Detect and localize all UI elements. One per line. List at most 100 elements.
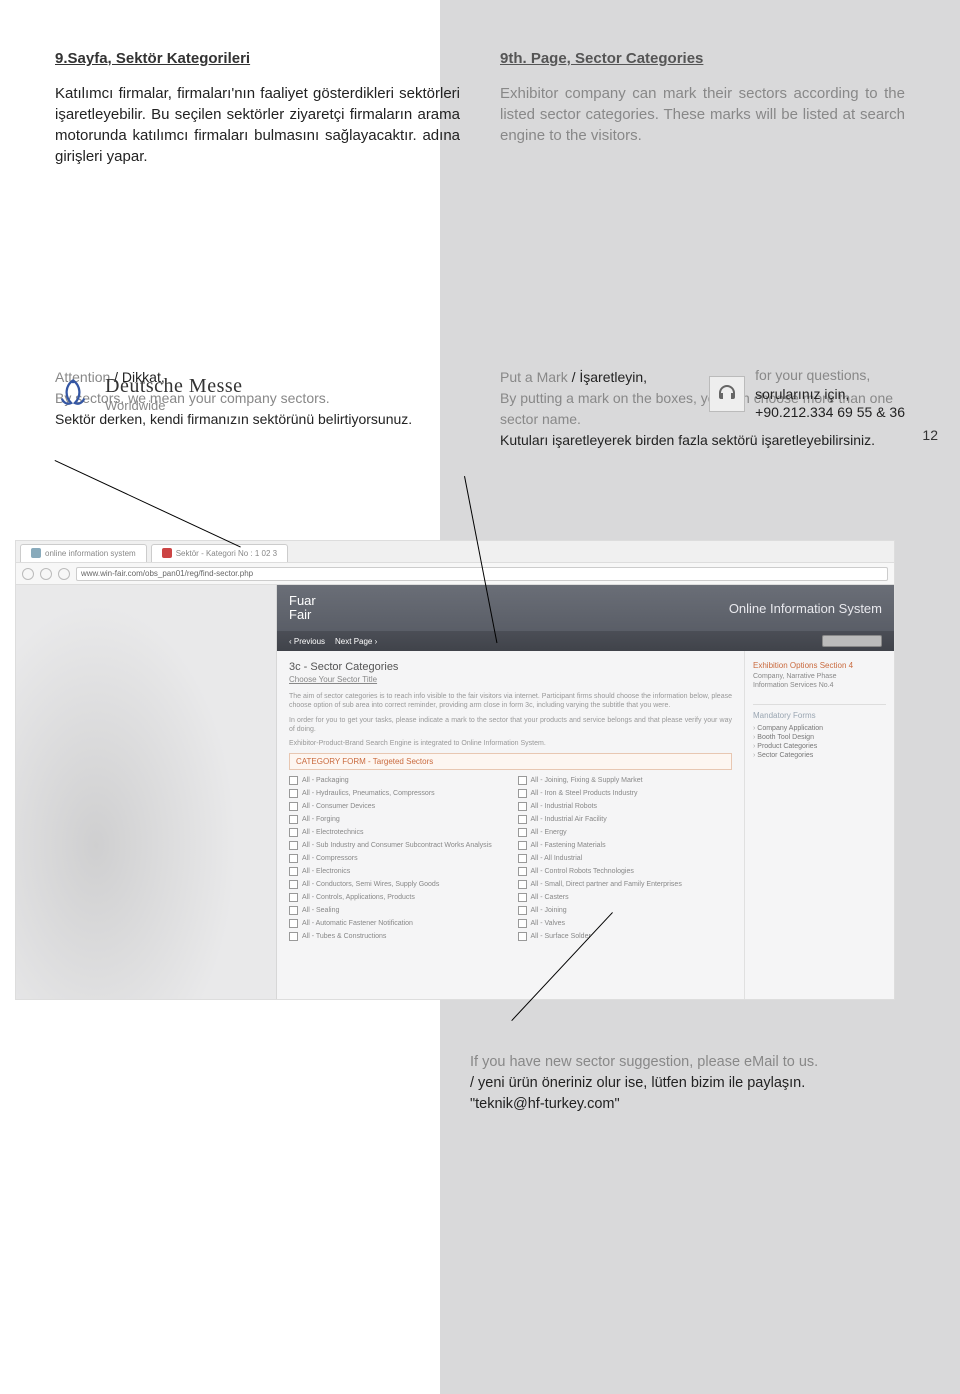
sector-checkbox-label: All - Electrotechnics	[302, 829, 363, 836]
checkbox-icon[interactable]	[289, 789, 298, 798]
sector-checkbox-item[interactable]: All - Packaging	[289, 776, 504, 785]
checkbox-icon[interactable]	[518, 828, 527, 837]
mark-desc-tr: Kutuları işaretleyerek birden fazla sekt…	[500, 430, 905, 451]
sidebar-list-item[interactable]: Sector Categories	[753, 751, 886, 760]
language-flag-button[interactable]	[822, 635, 882, 647]
checkbox-icon[interactable]	[289, 802, 298, 811]
browser-tab-1[interactable]: online information system	[20, 544, 147, 562]
sector-checkbox-item[interactable]: All - Surface Solder	[518, 932, 733, 941]
nav-next[interactable]: Next Page ›	[335, 637, 377, 646]
checkbox-icon[interactable]	[289, 867, 298, 876]
checkbox-icon[interactable]	[289, 880, 298, 889]
contact-line-1: for your questions,	[755, 366, 905, 384]
footer-brand-sub: Worldwide	[105, 398, 243, 413]
sector-checkbox-item[interactable]: All - Controls, Applications, Products	[289, 893, 504, 902]
sector-checkbox-item[interactable]: All - Forging	[289, 815, 504, 824]
form-title: 3c - Sector Categories	[289, 661, 732, 673]
sector-checkbox-item[interactable]: All - Fastening Materials	[518, 841, 733, 850]
brand-line-1: Fuar	[289, 594, 316, 608]
sector-checkbox-label: All - Valves	[531, 920, 566, 927]
checkbox-icon[interactable]	[518, 893, 527, 902]
nav-previous[interactable]: ‹ Previous	[289, 637, 325, 646]
checkbox-icon[interactable]	[518, 802, 527, 811]
checkbox-icon[interactable]	[518, 906, 527, 915]
checkbox-icon[interactable]	[289, 776, 298, 785]
sector-checkbox-item[interactable]: All - Compressors	[289, 854, 504, 863]
sector-checkbox-item[interactable]: All - Energy	[518, 828, 733, 837]
tab-1-label: online information system	[45, 549, 136, 558]
checkbox-icon[interactable]	[518, 789, 527, 798]
sidebar-list-item[interactable]: Company Application	[753, 724, 886, 733]
sector-checkbox-label: All - Industrial Robots	[531, 803, 598, 810]
suggestion-line-2: / yeni ürün öneriniz olur ise, lütfen bi…	[470, 1073, 910, 1094]
sector-checkbox-label: All - Casters	[531, 894, 569, 901]
page-left-gutter	[16, 585, 276, 999]
checkbox-icon[interactable]	[518, 880, 527, 889]
sector-checkbox-item[interactable]: All - Conductors, Semi Wires, Supply Goo…	[289, 880, 504, 889]
sector-checkbox-label: All - Consumer Devices	[302, 803, 375, 810]
sector-checkbox-label: All - Energy	[531, 829, 567, 836]
app-header: Fuar Fair Online Information System	[277, 585, 894, 631]
heading-left: 9.Sayfa, Sektör Kategorileri	[55, 48, 460, 69]
sector-checkbox-item[interactable]: All - Casters	[518, 893, 733, 902]
sidebar-line-2: Information Services No.4	[753, 681, 886, 690]
sector-checkbox-item[interactable]: All - Consumer Devices	[289, 802, 504, 811]
sector-checkbox-item[interactable]: All - Valves	[518, 919, 733, 928]
sector-checkbox-item[interactable]: All - Joining	[518, 906, 733, 915]
sector-checkbox-item[interactable]: All - Joining, Fixing & Supply Market	[518, 776, 733, 785]
sector-checkbox-item[interactable]: All - Tubes & Constructions	[289, 932, 504, 941]
heading-right: 9th. Page, Sector Categories	[500, 48, 905, 69]
checkbox-icon[interactable]	[289, 815, 298, 824]
checkbox-icon[interactable]	[518, 776, 527, 785]
forward-icon[interactable]	[40, 568, 52, 580]
checkbox-icon[interactable]	[289, 906, 298, 915]
checkbox-icon[interactable]	[518, 919, 527, 928]
sector-checkbox-item[interactable]: All - All Industrial	[518, 854, 733, 863]
sector-checkbox-item[interactable]: All - Automatic Fastener Notification	[289, 919, 504, 928]
paragraph-left: Katılımcı firmalar, firmaları'nın faaliy…	[55, 83, 460, 167]
sector-checkbox-item[interactable]: All - Control Robots Technologies	[518, 867, 733, 876]
suggestion-line-1: If you have new sector suggestion, pleas…	[470, 1052, 910, 1073]
sector-checkbox-item[interactable]: All - Sealing	[289, 906, 504, 915]
sector-checkbox-label: All - Iron & Steel Products Industry	[531, 790, 638, 797]
system-title: Online Information System	[729, 601, 882, 616]
checkbox-icon[interactable]	[518, 841, 527, 850]
checkbox-icon[interactable]	[289, 841, 298, 850]
browser-tab-bar: online information system Sektör - Kateg…	[16, 541, 894, 563]
paragraph-right: Exhibitor company can mark their sectors…	[500, 83, 905, 146]
checkbox-icon[interactable]	[518, 867, 527, 876]
checkbox-icon[interactable]	[518, 815, 527, 824]
sector-checkbox-label: All - Conductors, Semi Wires, Supply Goo…	[302, 881, 439, 888]
sector-checkbox-item[interactable]: All - Electrotechnics	[289, 828, 504, 837]
sector-checkbox-item[interactable]: All - Electronics	[289, 867, 504, 876]
sector-checkbox-item[interactable]: All - Iron & Steel Products Industry	[518, 789, 733, 798]
sector-checkbox-label: All - Joining, Fixing & Supply Market	[531, 777, 643, 784]
checkbox-icon[interactable]	[518, 932, 527, 941]
form-desc-1: The aim of sector categories is to reach…	[289, 692, 732, 710]
sidebar-list-item[interactable]: Product Categories	[753, 742, 886, 751]
page-footer: Deutsche Messe Worldwide for your questi…	[0, 366, 960, 421]
favicon-icon	[31, 548, 41, 558]
checkbox-icon[interactable]	[289, 854, 298, 863]
form-desc-2: In order for you to get your tasks, plea…	[289, 716, 732, 734]
sector-checkbox-label: All - Sub Industry and Consumer Subcontr…	[302, 842, 492, 849]
sector-checkbox-item[interactable]: All - Small, Direct partner and Family E…	[518, 880, 733, 889]
browser-tab-2[interactable]: Sektör - Kategori No : 1 02 3	[151, 544, 288, 562]
back-icon[interactable]	[22, 568, 34, 580]
checkbox-icon[interactable]	[289, 919, 298, 928]
browser-toolbar: www.win-fair.com/obs_pan01/reg/find-sect…	[16, 563, 894, 585]
sector-checkbox-item[interactable]: All - Hydraulics, Pneumatics, Compressor…	[289, 789, 504, 798]
sector-checkbox-label: All - Controls, Applications, Products	[302, 894, 415, 901]
checkbox-icon[interactable]	[289, 932, 298, 941]
checkbox-icon[interactable]	[289, 828, 298, 837]
sector-checkbox-item[interactable]: All - Sub Industry and Consumer Subcontr…	[289, 841, 504, 850]
checkbox-icon[interactable]	[518, 854, 527, 863]
sector-checkbox-item[interactable]: All - Industrial Robots	[518, 802, 733, 811]
sidebar-list-item[interactable]: Booth Tool Design	[753, 733, 886, 742]
sector-checkbox-label: All - Sealing	[302, 907, 339, 914]
sector-checkbox-label: All - Tubes & Constructions	[302, 933, 386, 940]
contact-phone: +90.212.334 69 55 & 36	[755, 403, 905, 421]
checkbox-icon[interactable]	[289, 893, 298, 902]
sector-checkbox-item[interactable]: All - Industrial Air Facility	[518, 815, 733, 824]
reload-icon[interactable]	[58, 568, 70, 580]
